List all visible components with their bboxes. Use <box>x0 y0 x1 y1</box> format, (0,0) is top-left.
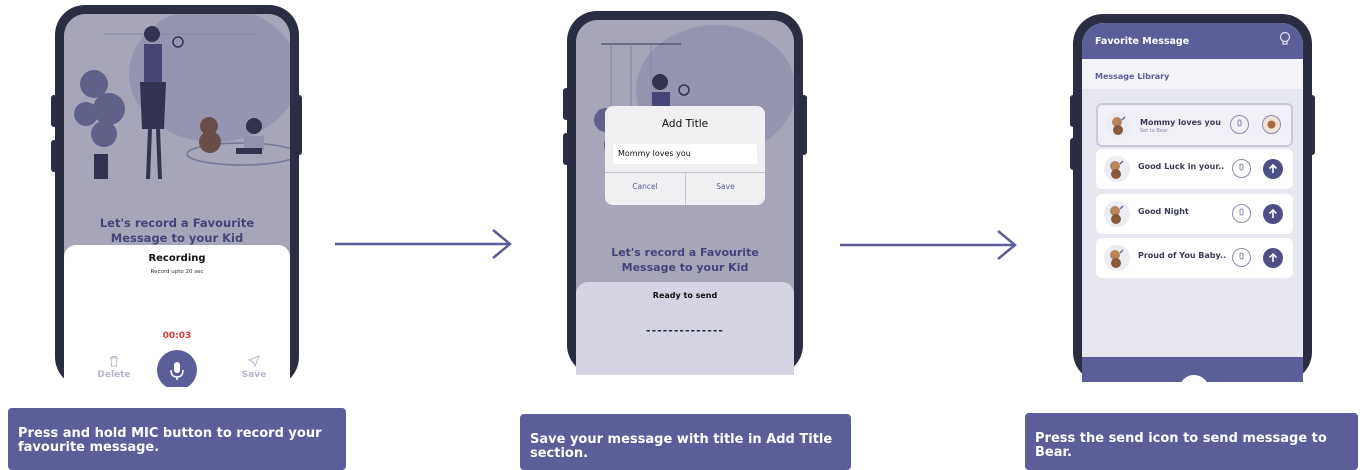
bear-avatar-icon <box>1104 156 1130 182</box>
message-title: Mommy loves you <box>1140 118 1221 127</box>
caption-record-text: Press and hold MIC button to record your… <box>18 426 322 455</box>
library-header-title: Favorite Message <box>1095 36 1190 47</box>
mic-button[interactable] <box>1179 375 1209 382</box>
mic-icon <box>170 362 184 380</box>
lightbulb-icon[interactable] <box>1279 31 1291 46</box>
trash-icon <box>110 356 118 367</box>
delete-label: Delete <box>97 370 131 380</box>
library-footer <box>1082 357 1303 382</box>
bear-avatar-icon <box>1106 112 1132 138</box>
upload-icon[interactable] <box>1263 159 1283 179</box>
phone-frame-library: Favorite Message Message Library Mommy l… <box>1073 14 1312 382</box>
flow-arrow-icon <box>840 230 1017 260</box>
title-input[interactable]: Mommy loves you <box>613 144 757 164</box>
phone-frame-recording: Let's record a Favourite Message to your… <box>55 5 299 387</box>
recording-screen: Let's record a Favourite Message to your… <box>64 14 290 387</box>
message-subtitle: Set to Bear <box>1140 128 1169 134</box>
library-header: Favorite Message <box>1082 23 1303 59</box>
upload-icon[interactable] <box>1263 248 1283 268</box>
save-button[interactable]: Save <box>234 355 274 385</box>
upload-icon[interactable] <box>1263 204 1283 224</box>
play-icon[interactable] <box>1232 204 1251 223</box>
mic-icon <box>1179 375 1209 382</box>
caption-send: Press the send icon to send message to B… <box>1025 413 1358 470</box>
caption-add-title-text: Save your message with title in Add Titl… <box>530 432 833 461</box>
caption-add-title: Save your message with title in Add Titl… <box>520 414 851 470</box>
message-row[interactable]: Good Night <box>1096 194 1293 234</box>
message-row[interactable]: Mommy loves you Set to Bear <box>1096 103 1293 147</box>
recording-title: Recording <box>148 253 206 264</box>
message-row[interactable]: Proud of You Baby.. <box>1096 238 1293 278</box>
mic-button[interactable] <box>157 350 197 387</box>
caption-send-text: Press the send icon to send message to B… <box>1035 431 1327 460</box>
save-label: Save <box>241 370 267 380</box>
add-title-screen: Let's record a Favourite Message to your… <box>576 20 794 375</box>
play-icon[interactable] <box>1230 115 1249 134</box>
ready-title: Ready to send <box>652 291 718 300</box>
play-icon[interactable] <box>1232 159 1251 178</box>
send-icon <box>248 355 260 367</box>
cancel-button[interactable]: Cancel <box>605 182 685 191</box>
waveform-placeholder: -------------- <box>646 324 724 337</box>
message-title: Proud of You Baby.. <box>1138 251 1227 260</box>
bear-avatar-icon <box>1104 245 1130 271</box>
record-headline: Let's record a Favourite Message to your… <box>611 246 759 274</box>
message-list: Mommy loves you Set to Bear Good Luck in y… <box>1082 89 1303 357</box>
section-title: Message Library <box>1095 72 1170 81</box>
phone-frame-add-title: Let's record a Favourite Message to your… <box>567 11 803 375</box>
bear-avatar-icon <box>1104 201 1130 227</box>
recording-sheet: Recording Record upto 20 sec 00:03 Delet… <box>64 245 290 387</box>
flow-arrow-icon <box>335 229 512 259</box>
library-screen: Favorite Message Message Library Mommy l… <box>1082 23 1303 382</box>
record-headline: Let's record a Favourite Message to your… <box>99 216 255 245</box>
recording-subtitle: Record upto 20 sec <box>150 269 204 275</box>
message-title: Good Night <box>1138 207 1189 216</box>
ready-sheet: Ready to send -------------- <box>576 282 794 375</box>
recording-timer: 00:03 <box>162 331 192 341</box>
message-row[interactable]: Good Luck in your.. <box>1096 149 1293 189</box>
bear-icon[interactable] <box>1262 115 1281 134</box>
title-input-value: Mommy loves you <box>618 149 691 158</box>
play-icon[interactable] <box>1232 248 1251 267</box>
dialog-save-button[interactable]: Save <box>686 182 765 191</box>
delete-button[interactable]: Delete <box>94 355 134 385</box>
add-title-dialog: Add Title Mommy loves you Cancel Save <box>605 106 765 205</box>
caption-record: Press and hold MIC button to record your… <box>8 408 346 470</box>
dialog-title: Add Title <box>661 118 709 130</box>
message-title: Good Luck in your.. <box>1138 162 1225 171</box>
